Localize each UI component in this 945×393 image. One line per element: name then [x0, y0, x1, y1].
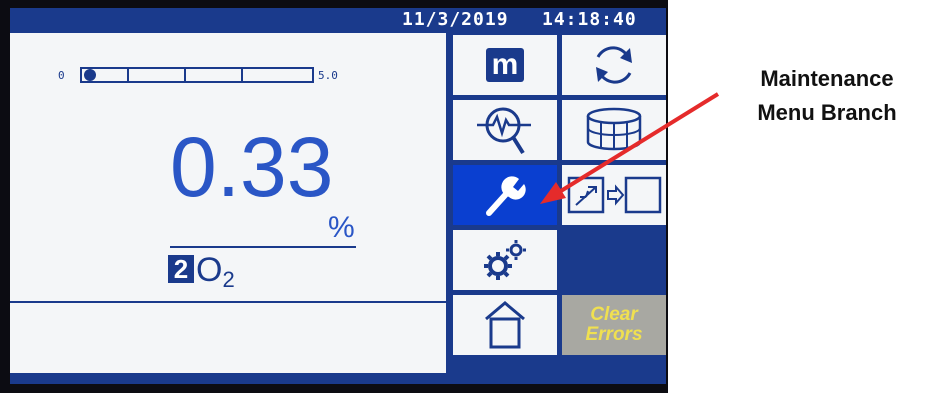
level-indicator — [84, 69, 96, 81]
diagnostics-button[interactable] — [453, 100, 557, 160]
usb-to-box-icon — [567, 176, 662, 214]
home-icon — [485, 301, 525, 349]
annotation-line2: Menu Branch — [757, 100, 897, 125]
m-letter-icon: m — [486, 48, 524, 82]
main-menu-button[interactable]: m — [453, 35, 557, 95]
home-button[interactable] — [453, 295, 557, 355]
device-screen: 11/3/2019 14:18:40 0 5.0 0.33 % 2 O2 m C… — [10, 8, 666, 384]
data-export-button[interactable] — [562, 165, 666, 225]
range-high-label: 5.0 — [318, 69, 338, 82]
measurement-unit: % — [328, 211, 355, 244]
bar-tick — [184, 69, 186, 81]
annotation-line1: Maintenance — [760, 66, 894, 91]
database-button[interactable] — [562, 100, 666, 160]
magnifier-waveform-icon — [477, 107, 531, 155]
gears-icon — [484, 240, 526, 280]
layered-database-icon — [586, 107, 642, 151]
bar-tick — [241, 69, 243, 81]
clear-errors-button[interactable]: Clear Errors — [562, 295, 666, 355]
unit-underline — [170, 246, 356, 248]
settings-button[interactable] — [453, 230, 557, 290]
refresh-arrows-icon — [596, 46, 632, 84]
level-bar — [80, 67, 314, 83]
range-low-label: 0 — [58, 69, 65, 82]
clear-errors-line2: Errors — [585, 324, 643, 345]
panel-divider — [10, 301, 446, 303]
reading-panel: 0 5.0 0.33 % 2 O2 — [10, 33, 446, 373]
status-bar: 11/3/2019 14:18:40 — [10, 8, 666, 33]
device-bezel: 11/3/2019 14:18:40 0 5.0 0.33 % 2 O2 m C… — [0, 0, 668, 393]
clear-errors-label: Clear Errors — [585, 305, 642, 345]
gas-symbol: O — [196, 251, 223, 289]
bar-tick — [127, 69, 129, 81]
maintenance-menu-button[interactable] — [453, 165, 557, 225]
refresh-button[interactable] — [562, 35, 666, 95]
wrench-icon — [486, 176, 526, 216]
time-readout: 14:18:40 — [542, 9, 637, 30]
annotation-callout: Maintenance Menu Branch — [712, 62, 942, 130]
date-readout: 11/3/2019 — [402, 9, 509, 30]
channel-number[interactable]: 2 — [168, 255, 194, 283]
gas-subscript: 2 — [222, 267, 235, 292]
clear-errors-line1: Clear — [590, 304, 638, 326]
measurement-value: 0.33 — [170, 120, 334, 214]
gas-label: O2 — [196, 253, 235, 291]
